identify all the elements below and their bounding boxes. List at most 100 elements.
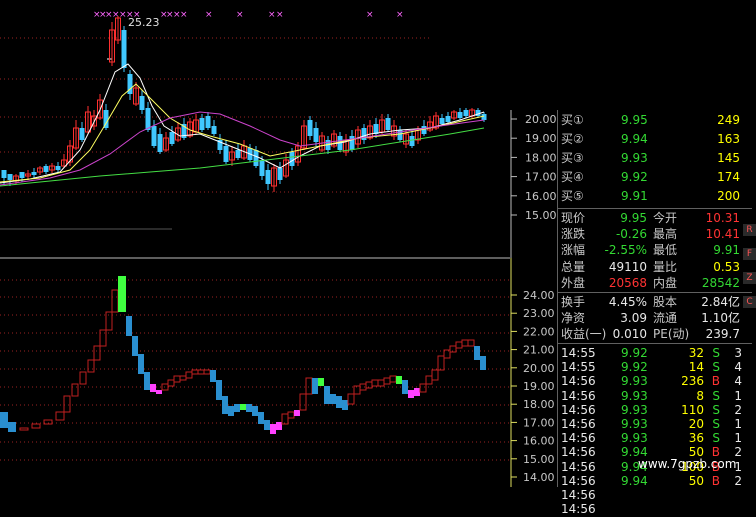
bid-label: 买② [561,132,584,146]
candle-body [145,108,151,130]
side-tab-button[interactable]: R [743,224,756,236]
indicator-step [118,276,126,312]
axis-tick-label: 15.00 [523,453,555,466]
indicator-step [63,395,71,413]
indicator-step [396,376,402,384]
stat-row: 外盘 20568 内盘 28542 [557,275,752,291]
finance-label: 收益(一) [561,327,607,341]
candle-body [121,30,127,68]
candle-body [445,116,451,122]
stat-label: 今开 [653,211,678,225]
candle-body [289,152,295,166]
candle-body [307,120,313,136]
indicator-step [318,378,324,386]
axis-tick-label: 15.00 [525,209,557,222]
tick-time: 14:56 [561,502,596,517]
finance-label: 股本 [653,295,678,309]
indicator-step [371,379,379,387]
stat-row: 涨幅 -2.55% 最低 9.91 [557,242,752,258]
finance-value: 1.10亿 [701,311,740,325]
finance-label: 换手 [561,295,586,309]
stat-value: 10.41 [705,227,740,242]
side-tab-button[interactable]: F [743,248,756,260]
stat-value: 20568 [608,275,647,290]
stat-value: 9.95 [620,211,647,225]
indicator-step [264,420,270,430]
candle-body [235,150,241,158]
stat-value: 9.91 [713,243,740,258]
finance-label: 流通 [653,311,678,325]
stat-label: 现价 [561,211,586,225]
indicator-step [144,372,150,390]
axis-tick-label: 18.00 [523,398,555,411]
panel-hline [557,343,752,344]
indicator-step [425,375,433,385]
stat-value: -0.26 [615,227,647,242]
indicator-step [467,339,475,347]
stat-label: 量比 [653,259,678,274]
indicator-step [330,394,336,404]
indicator-step [185,371,193,379]
bid-price: 9.94 [621,132,648,146]
candle-body [151,126,157,146]
indicator-step [197,369,205,375]
indicator-step [55,411,65,421]
side-tab-button[interactable]: Z [743,272,756,284]
stat-label: 外盘 [561,275,586,290]
candle-body [205,116,211,128]
finance-label: 净资 [561,311,586,325]
bid-volume: 163 [717,132,740,146]
candle-body [463,110,469,116]
side-tab-button[interactable]: C [743,296,756,308]
indicator-step [246,404,252,412]
candle-body [265,170,271,184]
axis-tick-label: 19.00 [523,380,555,393]
panel-hline [557,292,752,293]
candle-body [139,96,145,110]
ma10-line [0,83,485,183]
indicator-step [126,316,132,336]
candle-body [409,136,415,146]
indicator-step [0,412,8,428]
finance-value: 3.09 [620,311,647,325]
candle-body [439,118,445,124]
bid-volume: 200 [717,189,740,203]
axis-tick-label: 17.00 [523,416,555,429]
axis-tick-label: 17.00 [525,171,557,184]
indicator-step [167,379,175,387]
axis-tick-label: 20.00 [525,113,557,126]
indicator-step [8,422,16,432]
stat-row: 涨跌 -0.26 最高 10.41 [557,226,752,242]
signal-marker: × [180,10,188,20]
quote-panel: 买① 9.95 249 买② 9.94 163 买③ 9.93 145 买④ 9.92 174 买⑤ 9.… [557,110,756,516]
indicator-step [419,383,427,393]
signal-marker: × [366,10,374,20]
axis-tick-label: 18.00 [525,151,557,164]
bid-price: 9.93 [621,151,648,165]
indicator-step [414,388,420,396]
ma5-line [0,63,485,184]
indicator-step [480,356,486,370]
indicator-step [474,346,480,360]
indicator-step [234,404,240,412]
indicator-step [99,329,107,347]
indicator-step [203,369,211,375]
bid-volume: 174 [717,170,740,184]
axis-tick-label: 22.00 [523,325,555,338]
stat-label: 最高 [653,227,678,242]
finance-value: 0.010 [612,327,647,341]
indicator-step [31,423,41,429]
axis-tick-label: 23.00 [523,307,555,320]
candle-body [481,114,487,120]
finance-row: 净资 3.09 流通 1.10亿 [557,310,752,326]
bid-price: 9.95 [621,113,648,127]
indicator-step [210,370,216,382]
indicator-step [71,383,79,397]
stat-value: 49110 [608,259,647,274]
indicator-step [389,375,397,383]
finance-row: 收益(一) 0.010 PE(动) 239.7 [557,326,752,342]
stat-label: 总量 [561,259,586,274]
stat-value: -2.55% [604,243,647,258]
panel-hline [557,208,752,209]
stat-label: 内盘 [653,275,678,290]
